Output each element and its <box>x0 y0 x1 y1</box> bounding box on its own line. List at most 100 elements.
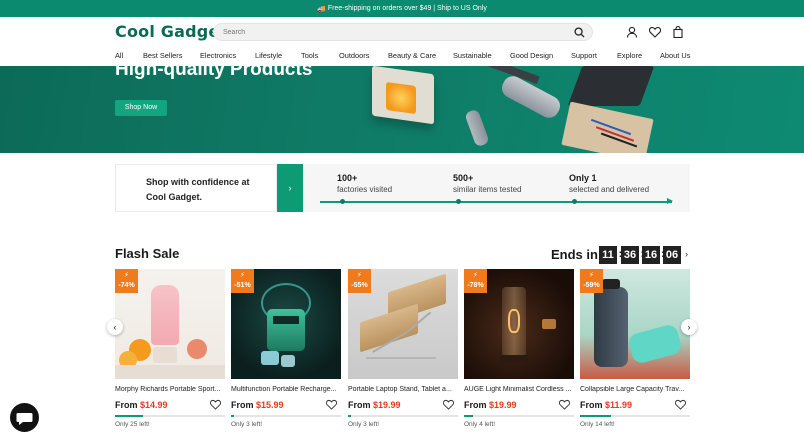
stat-label: similar items tested <box>453 185 522 194</box>
price-amount: $15.99 <box>256 400 284 410</box>
timeline-arrow-icon <box>667 198 673 204</box>
chat-button[interactable] <box>10 403 39 432</box>
stock-bar-fill <box>115 415 143 417</box>
price-prefix: From <box>231 400 254 410</box>
stock-bar-fill <box>464 415 473 417</box>
nav-item-lifestyle[interactable]: Lifestyle <box>255 51 282 60</box>
logo[interactable]: Cool Gadget <box>115 22 227 41</box>
stock-bar <box>231 415 341 417</box>
hero-dryer-handle <box>464 108 490 148</box>
product-price: From $19.99 <box>464 400 517 410</box>
discount-badge: ⚡ -59% <box>580 269 603 293</box>
wishlist-heart-icon[interactable] <box>559 399 570 410</box>
carousel-prev-button[interactable]: ‹ <box>107 319 123 335</box>
product-name[interactable]: AUGE Light Minimalist Cordless ... <box>464 386 574 393</box>
stock-bar-fill <box>348 415 352 417</box>
cart-icon[interactable] <box>672 26 684 38</box>
timer-days: 11 <box>599 246 617 264</box>
stock-bar-fill <box>580 415 611 417</box>
product-card[interactable]: ⚡ -74% Morphy Richards Portable Sport... … <box>115 269 225 434</box>
product-card[interactable]: ⚡ -51% Multifunction Portable Recharge...… <box>231 269 341 434</box>
stat-label: selected and delivered <box>569 185 650 194</box>
stock-bar <box>115 415 225 417</box>
nav-item-explore[interactable]: Explore <box>617 51 642 60</box>
timeline-dot <box>340 199 345 204</box>
price-amount: $19.99 <box>489 400 517 410</box>
nav-item-all[interactable]: All <box>115 51 123 60</box>
product-name[interactable]: Portable Laptop Stand, Tablet a... <box>348 386 458 393</box>
timer-minutes: 16 <box>642 246 660 264</box>
nav-item-outdoors[interactable]: Outdoors <box>339 51 369 60</box>
price-amount: $14.99 <box>140 400 168 410</box>
confidence-text-box: Shop with confidence at Cool Gadget. <box>115 164 277 212</box>
product-image[interactable]: ⚡ -74% <box>115 269 225 379</box>
wishlist-heart-icon[interactable] <box>326 399 337 410</box>
confidence-text: Shop with confidence at Cool Gadget. <box>146 177 250 202</box>
price-prefix: From <box>115 400 138 410</box>
hero-banner: High-quality Products Shop Now <box>0 66 804 153</box>
bolt-icon: ⚡ <box>589 272 594 279</box>
flash-sale-title: Flash Sale <box>115 246 180 261</box>
wishlist-heart-icon[interactable] <box>210 399 221 410</box>
price-prefix: From <box>580 400 603 410</box>
timeline-dot <box>456 199 461 204</box>
product-card[interactable]: ⚡ -78% AUGE Light Minimalist Cordless ...… <box>464 269 574 434</box>
shop-now-button[interactable]: Shop Now <box>115 100 167 116</box>
wishlist-heart-icon[interactable] <box>675 399 686 410</box>
bolt-icon: ⚡ <box>473 272 478 279</box>
product-name[interactable]: Multifunction Portable Recharge... <box>231 386 341 393</box>
nav-item-good-design[interactable]: Good Design <box>510 51 553 60</box>
hero-rack-image <box>567 66 655 106</box>
stock-left-text: Only 3 left! <box>231 421 263 428</box>
product-name[interactable]: Morphy Richards Portable Sport... <box>115 386 225 393</box>
product-price: From $19.99 <box>348 400 401 410</box>
stock-left-text: Only 3 left! <box>348 421 380 428</box>
price-prefix: From <box>348 400 371 410</box>
stock-left-text: Only 25 left! <box>115 421 150 428</box>
stat-factories: 100+ factories visited <box>337 173 392 194</box>
product-image[interactable]: ⚡ -55% <box>348 269 458 379</box>
account-icon[interactable] <box>626 26 638 38</box>
announcement-bar: 🚚 Free-shipping on orders over $49 | Shi… <box>0 0 804 17</box>
search-icon[interactable] <box>574 27 585 38</box>
discount-badge: ⚡ -74% <box>115 269 138 293</box>
search-input[interactable] <box>213 23 593 41</box>
product-price: From $14.99 <box>115 400 168 410</box>
discount-value: -74% <box>118 282 135 289</box>
timer-hours: 36 <box>621 246 639 264</box>
product-card[interactable]: ⚡ -59% Collapsible Large Capacity Trav...… <box>580 269 690 434</box>
carousel-next-button[interactable]: › <box>681 319 697 335</box>
stat-number: 100+ <box>337 173 358 183</box>
wishlist-icon[interactable] <box>649 26 661 38</box>
product-name[interactable]: Collapsible Large Capacity Trav... <box>580 386 690 393</box>
nav-item-electronics[interactable]: Electronics <box>200 51 236 60</box>
flash-next-icon[interactable]: › <box>685 249 688 259</box>
product-card[interactable]: ⚡ -55% Portable Laptop Stand, Tablet a...… <box>348 269 458 434</box>
nav-item-sustainable[interactable]: Sustainable <box>453 51 492 60</box>
stat-items-tested: 500+ similar items tested <box>453 173 521 194</box>
progress-timeline <box>320 198 673 204</box>
nav-item-tools[interactable]: Tools <box>301 51 318 60</box>
stock-bar <box>580 415 690 417</box>
discount-badge: ⚡ -78% <box>464 269 487 293</box>
bolt-icon: ⚡ <box>124 272 129 279</box>
product-image[interactable]: ⚡ -59% <box>580 269 690 379</box>
product-image[interactable]: ⚡ -78% <box>464 269 574 379</box>
hero-title: High-quality Products <box>115 66 313 80</box>
timer-seconds: 06 <box>663 246 681 264</box>
nav-item-beauty-care[interactable]: Beauty & Care <box>388 51 436 60</box>
discount-value: -78% <box>467 282 484 289</box>
stat-selected: Only 1 selected and delivered <box>569 173 649 194</box>
nav-item-about-us[interactable]: About Us <box>660 51 690 60</box>
hero-notepad-image <box>561 101 654 153</box>
hero-lamp-glow <box>386 81 416 115</box>
nav-item-best-sellers[interactable]: Best Sellers <box>143 51 182 60</box>
stock-bar <box>464 415 574 417</box>
confidence-arrow-button[interactable]: › <box>277 164 303 212</box>
stat-label: factories visited <box>337 185 393 194</box>
wishlist-heart-icon[interactable] <box>443 399 454 410</box>
product-price: From $15.99 <box>231 400 284 410</box>
nav-item-support[interactable]: Support <box>571 51 597 60</box>
main-nav: All Best Sellers Electronics Lifestyle T… <box>0 47 804 66</box>
product-image[interactable]: ⚡ -51% <box>231 269 341 379</box>
